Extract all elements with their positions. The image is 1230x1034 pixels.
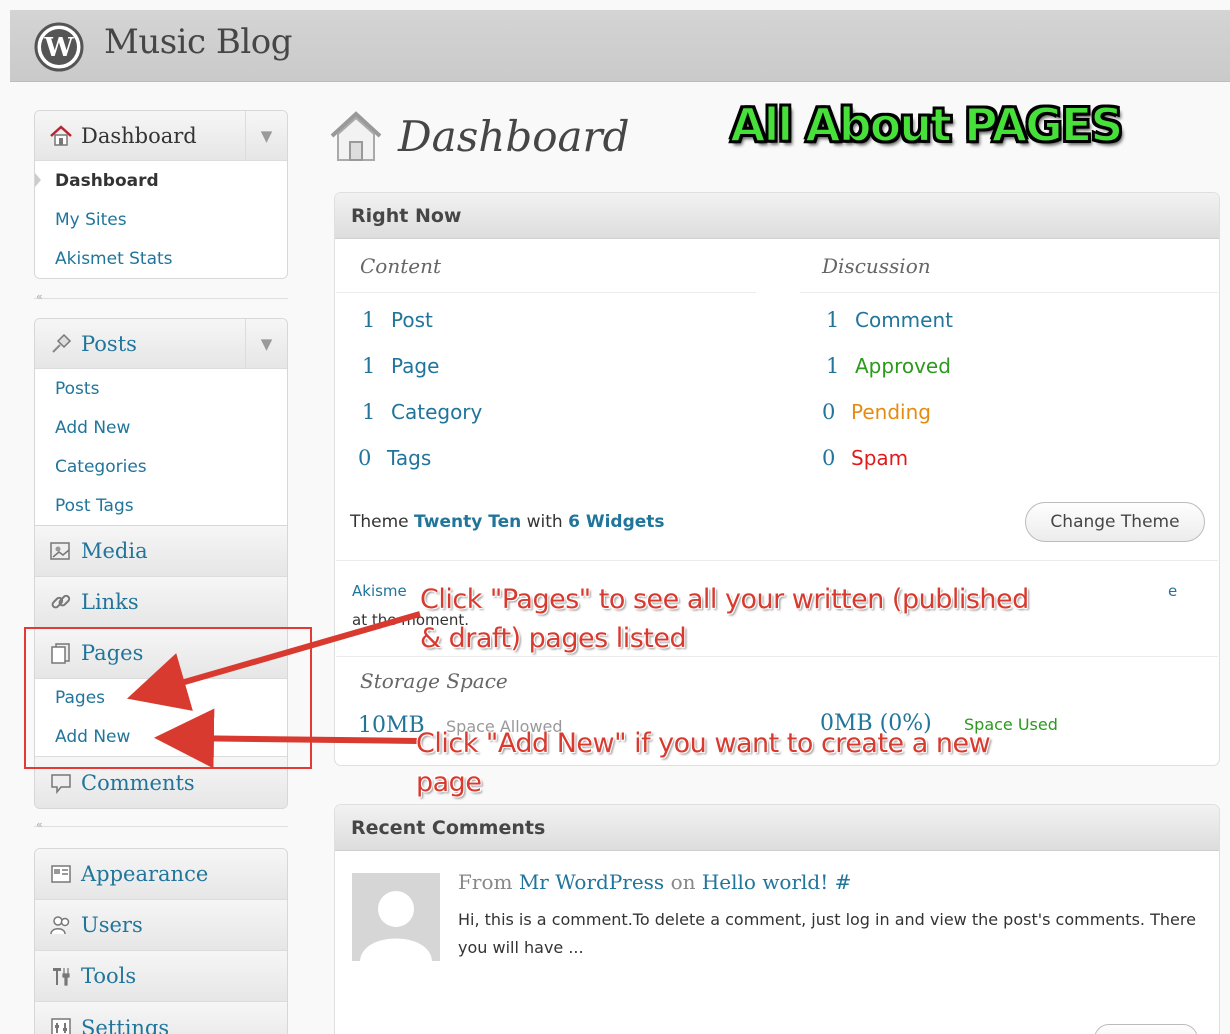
arrow-to-add-new bbox=[154, 708, 419, 769]
callout-pages-line2: & draft) pages listed bbox=[420, 623, 687, 654]
callout-add-new: Click "Add New" if you want to create a … bbox=[416, 724, 991, 802]
callout-add-new-line2: page bbox=[416, 767, 482, 798]
callout-add-new-line1: Click "Add New" if you want to create a … bbox=[416, 728, 991, 759]
callout-pages-line1: Click "Pages" to see all your written (p… bbox=[420, 584, 1029, 615]
arrow-to-pages bbox=[126, 611, 421, 711]
callout-pages: Click "Pages" to see all your written (p… bbox=[420, 580, 1029, 658]
annotation-arrows bbox=[126, 611, 421, 769]
